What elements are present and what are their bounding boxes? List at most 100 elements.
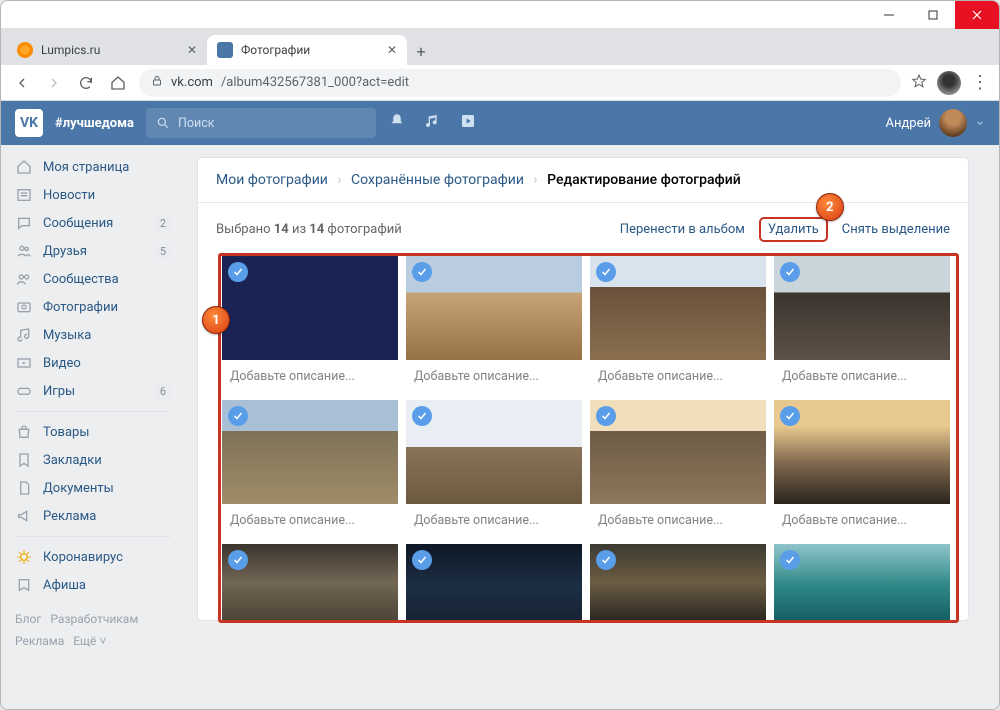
photo-thumbnail[interactable]	[590, 400, 766, 504]
browser-tab[interactable]: Фотографии ✕	[207, 35, 407, 65]
sidebar-item-video[interactable]: Видео	[15, 349, 181, 377]
sidebar-item-afisha[interactable]: Афиша	[15, 571, 181, 599]
window-close[interactable]	[955, 1, 999, 29]
reload-button[interactable]	[75, 72, 97, 94]
photo-thumbnail[interactable]	[406, 400, 582, 504]
vk-header: VK #лучшедома Поиск Андрей	[1, 101, 999, 145]
photo-thumbnail[interactable]	[222, 400, 398, 504]
avatar	[939, 109, 967, 137]
video-icon	[15, 355, 33, 371]
checkmark-icon[interactable]	[412, 262, 432, 282]
profile-avatar-icon[interactable]	[937, 71, 961, 95]
deselect-button[interactable]: Снять выделение	[842, 222, 950, 237]
delete-button[interactable]: Удалить	[768, 222, 819, 237]
breadcrumb-link[interactable]: Сохранённые фотографии	[351, 172, 524, 188]
close-icon[interactable]: ✕	[187, 43, 197, 57]
browser-tab[interactable]: Lumpics.ru ✕	[7, 35, 207, 65]
photo-item[interactable]: Добавьте описание...	[222, 256, 398, 392]
sidebar-item-covid[interactable]: Коронавирус	[15, 543, 181, 571]
close-icon[interactable]: ✕	[387, 43, 397, 57]
sidebar-item-news[interactable]: Новости	[15, 181, 181, 209]
photo-thumbnail[interactable]	[406, 544, 582, 620]
count-badge: 5	[155, 244, 171, 259]
photo-item[interactable]	[774, 544, 950, 620]
play-icon[interactable]	[460, 113, 484, 133]
caption-input[interactable]: Добавьте описание...	[774, 360, 950, 392]
photo-item[interactable]	[222, 544, 398, 620]
move-to-album-button[interactable]: Перенести в альбом	[620, 222, 745, 237]
favicon-icon	[17, 42, 33, 58]
checkmark-icon[interactable]	[412, 550, 432, 570]
window-maximize[interactable]	[911, 1, 955, 29]
footer-link[interactable]: Ещё ˅	[73, 634, 106, 648]
sidebar-item-docs[interactable]: Документы	[15, 474, 181, 502]
user-menu[interactable]: Андрей	[885, 109, 985, 137]
sidebar-item-groups[interactable]: Сообщества	[15, 265, 181, 293]
sidebar-item-market[interactable]: Товары	[15, 418, 181, 446]
photo-thumbnail[interactable]	[222, 256, 398, 360]
caption-input[interactable]: Добавьте описание...	[590, 360, 766, 392]
sidebar-item-label: Видео	[43, 356, 181, 371]
photo-thumbnail[interactable]	[774, 400, 950, 504]
photo-thumbnail[interactable]	[590, 256, 766, 360]
sidebar-item-photos[interactable]: Фотографии	[15, 293, 181, 321]
photo-item[interactable]: Добавьте описание...	[774, 256, 950, 392]
photo-thumbnail[interactable]	[222, 544, 398, 620]
sidebar-item-music[interactable]: Музыка	[15, 321, 181, 349]
bookmark-icon[interactable]	[911, 73, 927, 93]
header-hashtag[interactable]: #лучшедома	[55, 116, 134, 131]
photo-thumbnail[interactable]	[590, 544, 766, 620]
caption-input[interactable]: Добавьте описание...	[222, 504, 398, 536]
new-tab-button[interactable]: +	[407, 37, 435, 65]
footer-link[interactable]: Реклама	[15, 634, 64, 648]
caption-input[interactable]: Добавьте описание...	[774, 504, 950, 536]
sidebar-item-home[interactable]: Моя страница	[15, 153, 181, 181]
checkmark-icon[interactable]	[780, 406, 800, 426]
photo-item[interactable]: Добавьте описание...	[222, 400, 398, 536]
sidebar-item-ads[interactable]: Реклама	[15, 502, 181, 530]
photo-item[interactable]: Добавьте описание...	[406, 400, 582, 536]
home-button[interactable]	[107, 72, 129, 94]
footer-link[interactable]: Разработчикам	[50, 612, 138, 626]
photo-item[interactable]: Добавьте описание...	[406, 256, 582, 392]
sidebar-item-friends[interactable]: Друзья5	[15, 237, 181, 265]
photo-item[interactable]	[406, 544, 582, 620]
checkmark-icon[interactable]	[780, 550, 800, 570]
vk-logo-icon[interactable]: VK	[15, 109, 43, 137]
search-input[interactable]: Поиск	[146, 108, 376, 138]
footer-link[interactable]: Блог	[15, 612, 41, 626]
back-button[interactable]	[11, 72, 33, 94]
checkmark-icon[interactable]	[228, 550, 248, 570]
caption-input[interactable]: Добавьте описание...	[406, 360, 582, 392]
sidebar-item-label: Документы	[43, 481, 181, 496]
caption-input[interactable]: Добавьте описание...	[406, 504, 582, 536]
breadcrumb-link[interactable]: Мои фотографии	[216, 172, 328, 188]
sidebar-item-messages[interactable]: Сообщения2	[15, 209, 181, 237]
photo-thumbnail[interactable]	[774, 256, 950, 360]
sidebar-item-bookmark[interactable]: Закладки	[15, 446, 181, 474]
checkmark-icon[interactable]	[596, 550, 616, 570]
checkmark-icon[interactable]	[228, 262, 248, 282]
photo-item[interactable]	[590, 544, 766, 620]
checkmark-icon[interactable]	[412, 406, 432, 426]
notifications-icon[interactable]	[388, 112, 412, 134]
window-minimize[interactable]	[867, 1, 911, 29]
music-icon[interactable]	[424, 113, 448, 133]
url-path: /album432567381_000?act=edit	[221, 75, 409, 90]
photo-item[interactable]: Добавьте описание...	[590, 400, 766, 536]
checkmark-icon[interactable]	[596, 262, 616, 282]
photo-thumbnail[interactable]	[406, 256, 582, 360]
covid-icon	[15, 549, 33, 565]
caption-input[interactable]: Добавьте описание...	[222, 360, 398, 392]
sidebar-item-games[interactable]: Игры6	[15, 377, 181, 405]
photo-item[interactable]: Добавьте описание...	[774, 400, 950, 536]
browser-menu-icon[interactable]: ⋮	[971, 79, 989, 87]
checkmark-icon[interactable]	[228, 406, 248, 426]
checkmark-icon[interactable]	[780, 262, 800, 282]
photo-thumbnail[interactable]	[774, 544, 950, 620]
photo-item[interactable]: Добавьте описание...	[590, 256, 766, 392]
forward-button[interactable]	[43, 72, 65, 94]
checkmark-icon[interactable]	[596, 406, 616, 426]
url-input[interactable]: vk.com/album432567381_000?act=edit	[139, 69, 901, 97]
caption-input[interactable]: Добавьте описание...	[590, 504, 766, 536]
